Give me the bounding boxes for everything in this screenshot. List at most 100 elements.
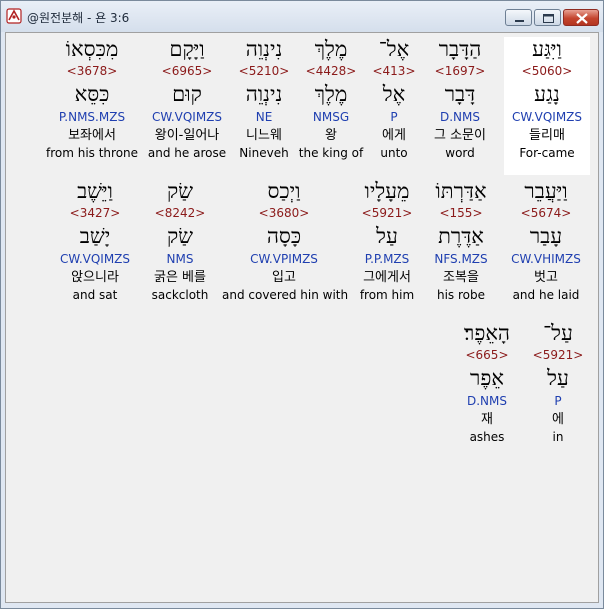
verse-analysis-pane[interactable]: וַיִּגַּע <5060> נָגַע CW.VQIMZS 들리매 For…	[5, 32, 599, 603]
morphology-code: NMS	[166, 252, 194, 266]
english-gloss: in	[552, 430, 564, 444]
hebrew-word: וַיַּעֲבֵר	[524, 179, 568, 203]
strong-number[interactable]: <5674>	[502, 206, 590, 220]
hebrew-word: אַדַּרְתּוֹ	[435, 179, 487, 203]
hebrew-lemma: אַדֶּרֶת	[438, 224, 484, 248]
strong-number[interactable]: <665>	[446, 348, 528, 362]
word-block[interactable]: וַיָּקָם <6965> קוּם CW.VQIMZS 왕이-일어나 an…	[142, 37, 232, 175]
strong-number[interactable]: <8242>	[140, 206, 220, 220]
strong-number[interactable]: <5210>	[228, 64, 300, 78]
morphology-code: CW.VQIMZS	[511, 110, 583, 124]
strong-number[interactable]: <5060>	[504, 64, 590, 78]
hebrew-lemma: יָשַׁב	[79, 224, 111, 248]
morphology-code: CW.VPIMZS	[250, 252, 318, 266]
strong-number[interactable]: <5921>	[526, 348, 590, 362]
title-bar[interactable]: @원전분해 - 욘 3:6	[1, 1, 603, 32]
maximize-button[interactable]	[534, 9, 561, 26]
minimize-icon	[515, 20, 524, 22]
maximize-icon	[543, 14, 554, 23]
morphology-code: CW.VHIMZS	[511, 252, 581, 266]
hebrew-word: מֵעָלָיו	[364, 179, 410, 203]
english-gloss: and he arose	[147, 146, 227, 160]
korean-gloss: 앉으니라	[71, 270, 119, 285]
english-gloss: For-came	[519, 146, 575, 160]
strong-number[interactable]: <4428>	[292, 64, 370, 78]
morphology-code: D.NMS	[466, 394, 507, 408]
hebrew-lemma: נִינְוֵה	[245, 82, 283, 106]
english-gloss: his robe	[436, 288, 486, 302]
korean-gloss: 들리매	[529, 128, 565, 143]
hebrew-lemma: נָגַע	[534, 82, 560, 106]
hebrew-word: וַיָּקָם	[169, 37, 205, 61]
word-block[interactable]: נִינְוֵה <5210> נִינְוֵה NE 니느웨 Nineveh	[228, 37, 300, 175]
hebrew-word: וַיֵּשֶׁב	[77, 179, 113, 203]
word-block[interactable]: אַדַּרְתּוֹ <155> אַדֶּרֶת NFS.MZS 조복을 h…	[424, 179, 498, 317]
english-gloss: from his throne	[45, 146, 139, 160]
hebrew-word: מֶלֶךְ	[314, 37, 348, 61]
korean-gloss: 에	[552, 412, 564, 427]
korean-gloss: 조복을	[443, 270, 479, 285]
english-gloss: and covered hin with	[222, 288, 349, 302]
word-block[interactable]: שַׂק <8242> שַׂק NMS 굵은 베를 sackcloth	[140, 179, 220, 317]
hebrew-lemma: כִּסֵּא	[74, 82, 110, 106]
word-block[interactable]: וַיְכַס <3680> כָּסָה CW.VPIMZS 입고 and c…	[222, 179, 349, 317]
hebrew-lemma: דָּבָר	[444, 82, 476, 106]
english-gloss: word	[445, 146, 475, 160]
strong-number[interactable]: <3680>	[222, 206, 346, 220]
word-block[interactable]: מֶלֶךְ <4428> מֶלֶךְ NMSG 왕 the king of	[292, 37, 370, 175]
close-button[interactable]	[563, 9, 599, 26]
english-gloss: ashes	[469, 430, 505, 444]
window-title: @원전분해 - 욘 3:6	[27, 11, 130, 25]
hebrew-word: שַׂק	[166, 179, 194, 203]
hebrew-word: הָאֵפֶר׃	[464, 321, 510, 345]
english-gloss: unto	[380, 146, 408, 160]
english-gloss: and he laid	[512, 288, 580, 302]
word-block[interactable]: הָאֵפֶר׃ <665> אֵפֶר D.NMS 재 ashes	[446, 321, 528, 459]
korean-gloss: 보좌에서	[68, 128, 116, 143]
word-block[interactable]: הַדָּבָר <1697> דָּבָר D.NMS 그 소문이 word	[420, 37, 500, 175]
hebrew-lemma: קוּם	[172, 82, 202, 106]
hebrew-lemma: עַל	[376, 224, 398, 248]
strong-number[interactable]: <6965>	[142, 64, 232, 78]
hebrew-lemma: עָבַר	[529, 224, 563, 248]
korean-gloss: 그 소문이	[434, 128, 486, 143]
strong-number[interactable]: <3427>	[52, 206, 138, 220]
strong-number[interactable]: <155>	[424, 206, 498, 220]
korean-gloss: 벗고	[534, 270, 558, 285]
korean-gloss: 입고	[272, 270, 296, 285]
morphology-code: NE	[255, 110, 273, 124]
hebrew-word: אֶל־	[378, 37, 410, 61]
strong-number[interactable]: <3678>	[42, 64, 142, 78]
english-gloss: the king of	[298, 146, 364, 160]
word-block[interactable]: אֶל־ <413> אֶל P 에게 unto	[364, 37, 424, 175]
word-block[interactable]: וַיִּגַּע <5060> נָגַע CW.VQIMZS 들리매 For…	[504, 37, 590, 175]
morphology-code: P.NMS.MZS	[58, 110, 126, 124]
word-block[interactable]: מֵעָלָיו <5921> עַל P.P.MZS 그에게서 from hi…	[346, 179, 428, 317]
app-window: @원전분해 - 욘 3:6 וַיִּגַּע <5060> נָגַע CW.…	[0, 0, 604, 609]
strong-number[interactable]: <5921>	[346, 206, 428, 220]
minimize-button[interactable]	[505, 9, 532, 26]
morphology-code: D.NMS	[439, 110, 480, 124]
korean-gloss: 왕이-일어나	[154, 128, 220, 143]
word-block[interactable]: מִכִּסְאוֹ <3678> כִּסֵּא P.NMS.MZS 보좌에서…	[42, 37, 142, 175]
close-icon	[576, 13, 588, 24]
word-block[interactable]: עַל־ <5921> עַל P 에 in	[526, 321, 590, 459]
hebrew-word: מִכִּסְאוֹ	[65, 37, 119, 61]
strong-number[interactable]: <413>	[364, 64, 424, 78]
morphology-code: P.P.MZS	[364, 252, 410, 266]
hebrew-word: נִינְוֵה	[245, 37, 283, 61]
korean-gloss: 그에게서	[363, 270, 411, 285]
hebrew-lemma: מֶלֶךְ	[314, 82, 348, 106]
korean-gloss: 굵은 베를	[154, 270, 206, 285]
hebrew-lemma: שַׂק	[166, 224, 194, 248]
strong-number[interactable]: <1697>	[420, 64, 500, 78]
morphology-code: NFS.MZS	[434, 252, 488, 266]
english-gloss: sackcloth	[151, 288, 209, 302]
english-gloss: Nineveh	[239, 146, 289, 160]
hebrew-word: עַל־	[543, 321, 573, 345]
hebrew-word: הַדָּבָר	[438, 37, 482, 61]
morphology-code: CW.VQIMZS	[151, 110, 223, 124]
hebrew-lemma: כָּסָה	[266, 224, 302, 248]
word-block[interactable]: וַיֵּשֶׁב <3427> יָשַׁב CW.VQIMZS 앉으니라 a…	[52, 179, 138, 317]
word-block[interactable]: וַיַּעֲבֵר <5674> עָבַר CW.VHIMZS 벗고 and…	[502, 179, 590, 317]
